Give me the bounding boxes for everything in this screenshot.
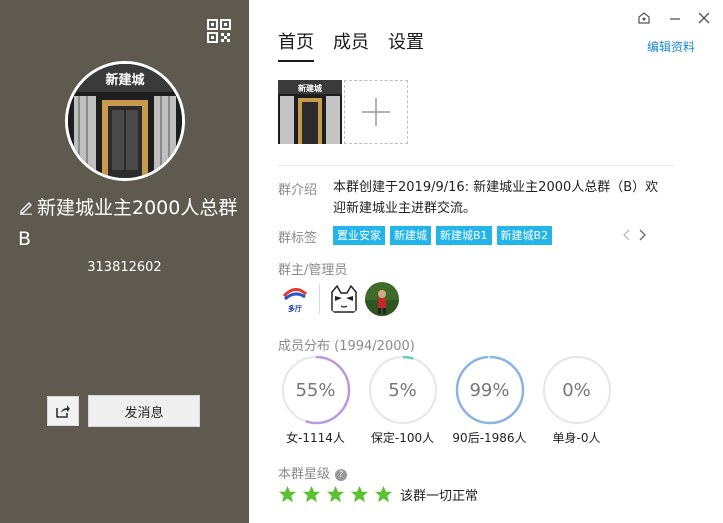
tag-list: 置业安家 新建城 新建城B1 新建城B2 (333, 226, 557, 245)
group-photos: 新建城 (278, 80, 408, 144)
skin-icon[interactable] (634, 8, 654, 28)
group-profile-panel: 新建城 新建城业主2000人总群B 313812602 发消息 (0, 0, 249, 523)
admin-avatar[interactable] (327, 282, 361, 316)
add-photo-button[interactable] (344, 80, 408, 144)
star-icon (326, 485, 345, 503)
stat-value: 5% (388, 379, 417, 401)
stat-ring: 5% (368, 355, 438, 425)
rating-text: 该群一切正常 (400, 489, 479, 504)
qr-code-icon[interactable] (207, 19, 231, 43)
stat-female: 55% 女-1114人 (272, 355, 359, 446)
admins-label: 群主/管理员 (278, 263, 348, 278)
stat-value: 99% (469, 379, 510, 401)
tab-home[interactable]: 首页 (278, 28, 314, 62)
admin-separator (319, 284, 320, 314)
stat-value: 55% (295, 379, 336, 401)
stat-caption: 保定-100人 (370, 431, 435, 445)
star-icon (350, 485, 369, 503)
stat-caption: 90后-1986人 (452, 431, 527, 445)
intro-text: 本群创建于2019/9/16: 新建城业主2000人总群（B）欢迎新建城业主进群… (333, 180, 659, 216)
group-name: 新建城业主2000人总群B (18, 193, 244, 255)
owner-logo-text: 多厅 (288, 304, 302, 313)
plus-icon (362, 98, 390, 126)
tags-prev-icon[interactable] (620, 228, 632, 242)
share-icon (56, 405, 70, 418)
stat-caption: 女-1114人 (286, 431, 345, 445)
stat-single: 0% 单身-0人 (533, 355, 620, 446)
group-name-text: 新建城业主2000人总群B (18, 197, 238, 250)
tags-next-icon[interactable] (637, 228, 649, 242)
stat-ring: 99% (455, 355, 525, 425)
group-id: 313812602 (87, 260, 162, 275)
tag-item[interactable]: 置业安家 (333, 226, 385, 245)
share-button[interactable] (47, 396, 79, 426)
stat-ring: 55% (281, 355, 351, 425)
star-icon (374, 485, 393, 503)
edit-name-icon[interactable] (18, 194, 34, 215)
intro-label: 群介绍 (278, 183, 318, 198)
member-distribution: 55% 女-1114人 5% 保定-100人 99% 90后-1986人 0% … (272, 355, 620, 446)
tab-bar: 首页 成员 设置 (278, 28, 443, 62)
tags-label: 群标签 (278, 231, 318, 246)
help-icon[interactable]: ? (335, 469, 348, 481)
star-rating: 该群一切正常 (278, 485, 478, 504)
admin-list: 多厅 (278, 282, 399, 316)
members-label: 成员分布 (1994/2000) (278, 339, 415, 354)
divider (278, 165, 674, 166)
close-icon[interactable] (694, 8, 714, 28)
stat-caption: 单身-0人 (552, 431, 601, 445)
stat-location: 5% 保定-100人 (359, 355, 446, 446)
stat-ring: 0% (542, 355, 612, 425)
owner-avatar[interactable]: 多厅 (278, 282, 312, 316)
send-message-button[interactable]: 发消息 (88, 395, 200, 427)
group-avatar[interactable]: 新建城 (65, 61, 185, 181)
tag-item[interactable]: 新建城B1 (436, 226, 492, 245)
rating-label: 本群星级 (278, 467, 331, 482)
group-photo[interactable]: 新建城 (278, 80, 342, 144)
minimize-icon[interactable] (665, 8, 685, 28)
star-icon (278, 485, 297, 503)
tag-item[interactable]: 新建城B2 (496, 226, 553, 245)
stat-age: 99% 90后-1986人 (446, 355, 533, 446)
edit-profile-link[interactable]: 编辑资料 (647, 38, 695, 55)
stat-value: 0% (562, 379, 591, 401)
avatar-sign-text: 新建城 (105, 72, 144, 88)
admin-avatar[interactable] (365, 282, 399, 316)
rating-label-row: 本群星级? (278, 463, 348, 482)
tab-settings[interactable]: 设置 (388, 28, 424, 62)
tag-item[interactable]: 新建城 (390, 226, 431, 245)
photo-sign-text: 新建城 (298, 83, 322, 93)
tab-members[interactable]: 成员 (333, 28, 369, 62)
star-icon (302, 485, 321, 503)
